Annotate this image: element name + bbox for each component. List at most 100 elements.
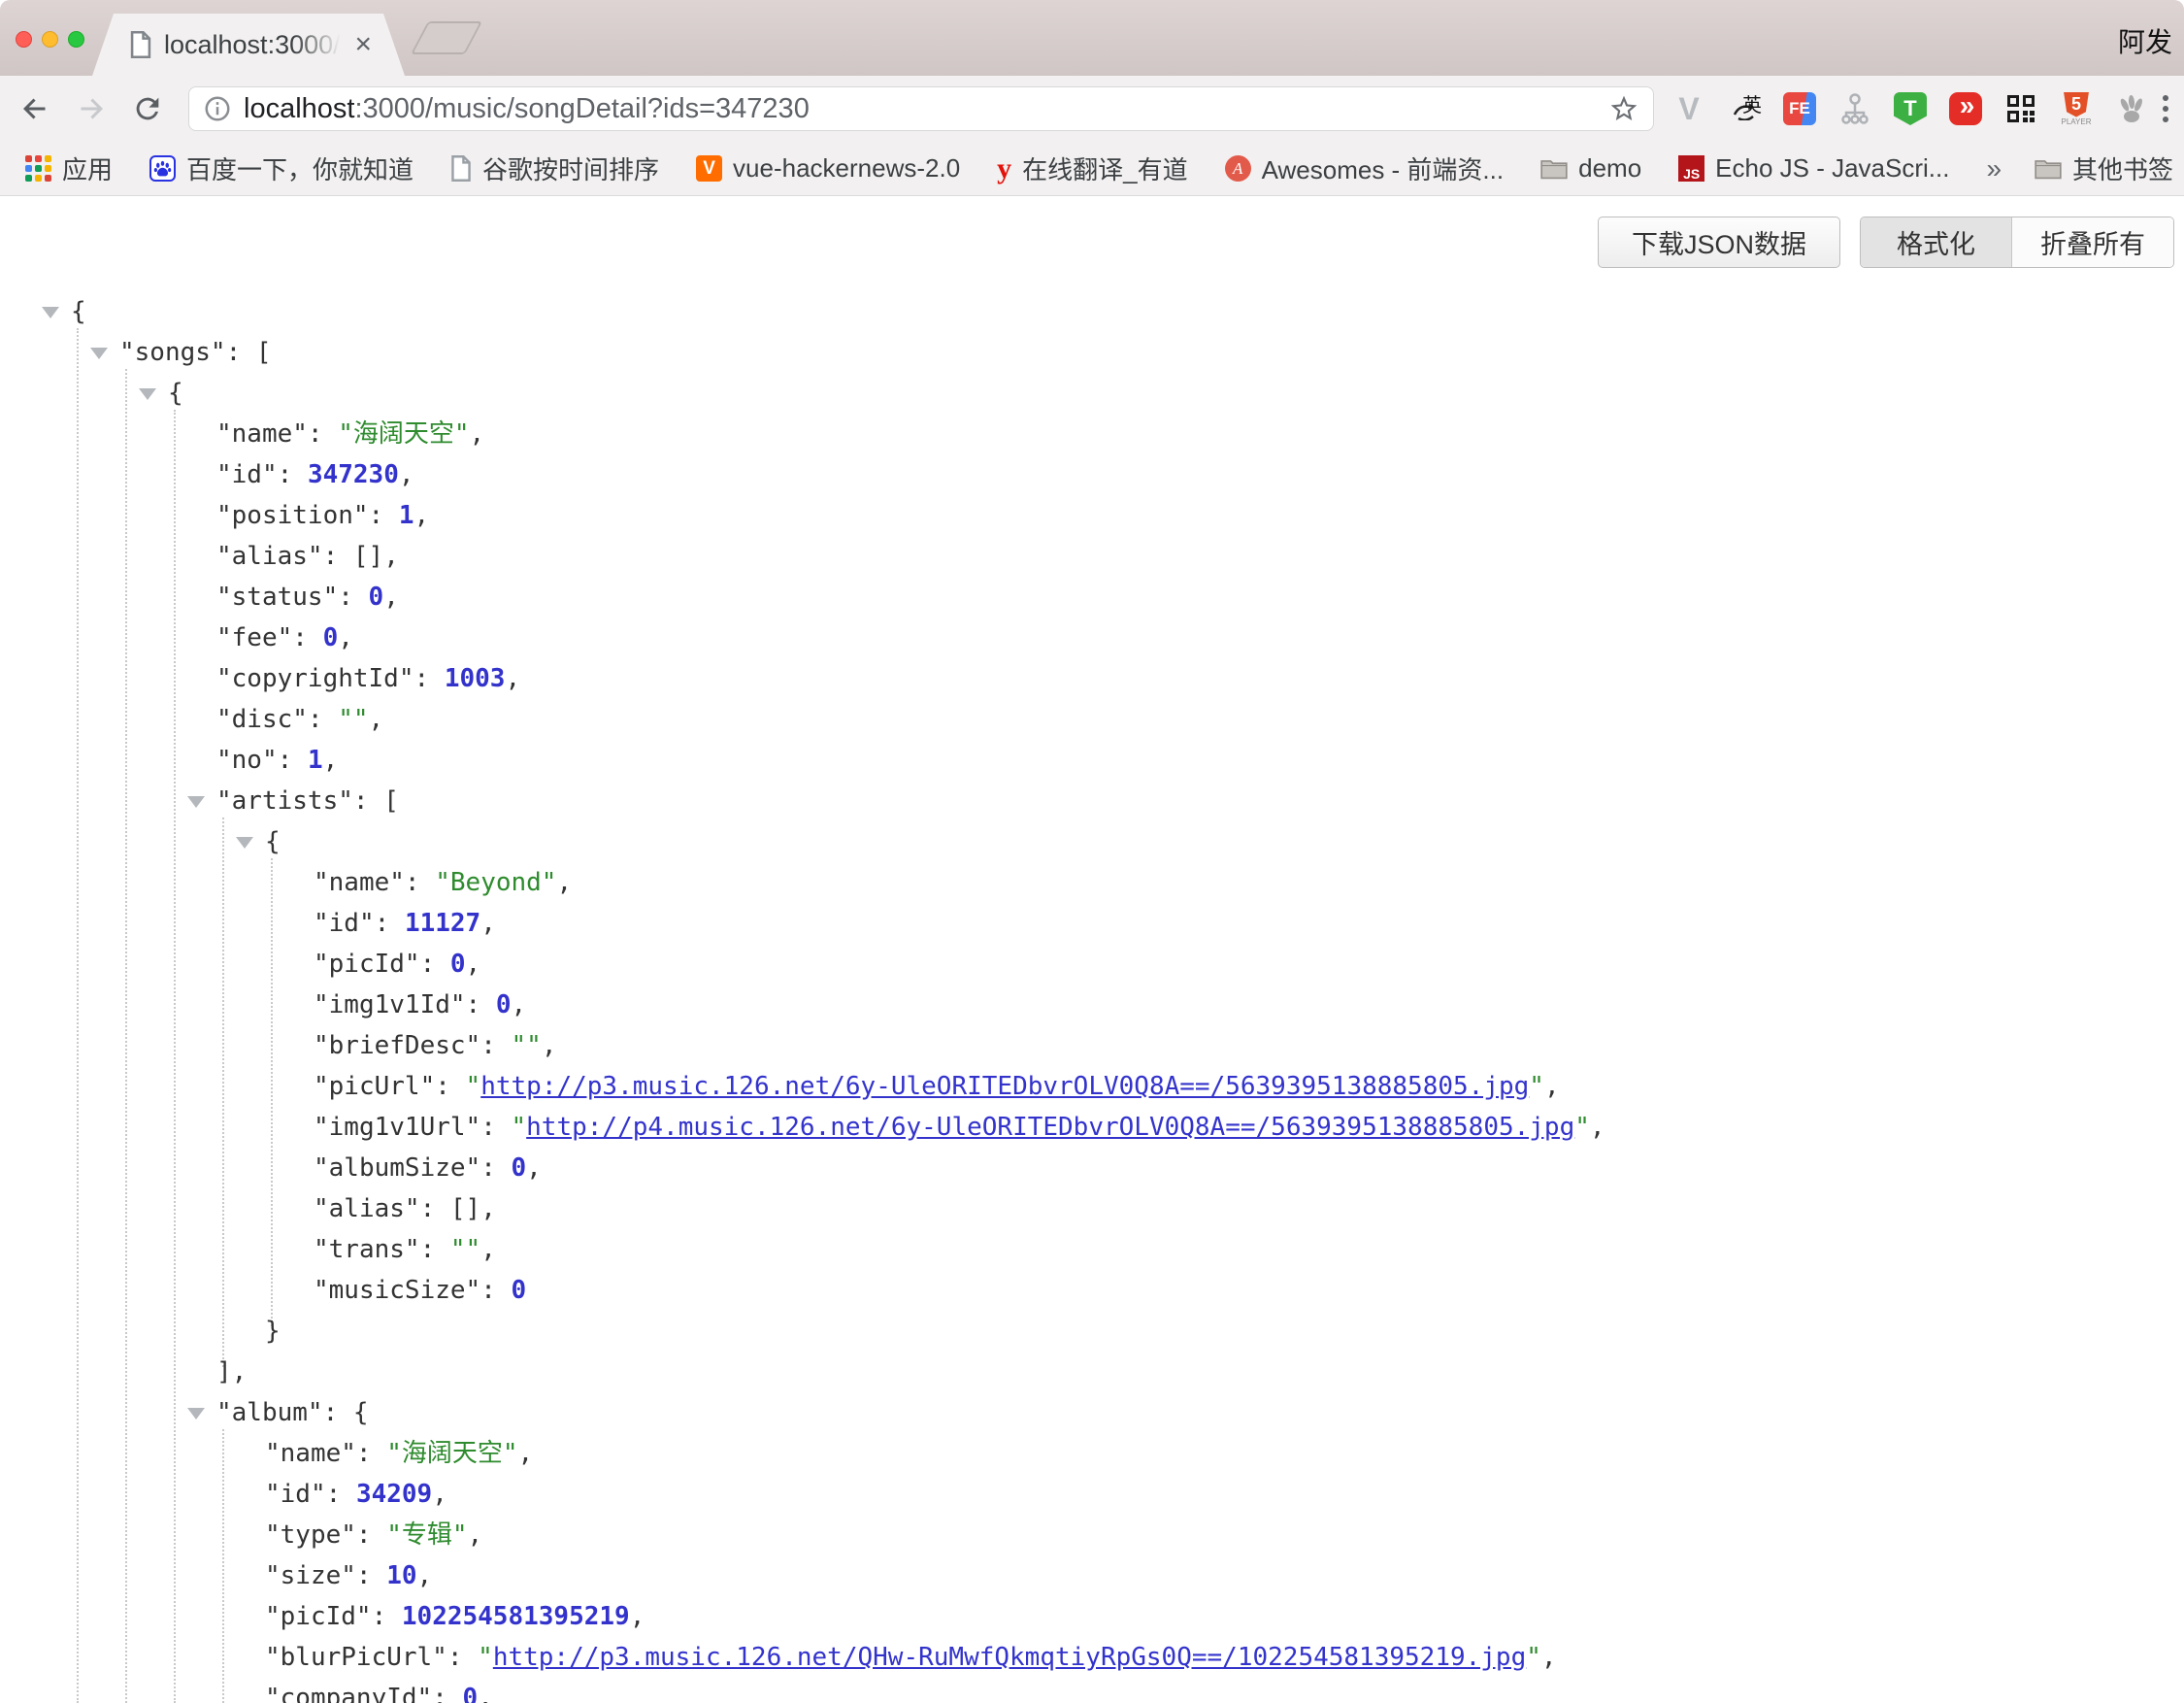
json-text: : [356, 1520, 386, 1550]
json-text: , [338, 623, 353, 652]
json-text: "companyId" [265, 1684, 432, 1703]
json-text: "name" [314, 868, 405, 897]
json-text: " [466, 1072, 481, 1101]
json-text: , [480, 1235, 496, 1264]
vue-devtools-extension-icon[interactable]: V [1671, 91, 1706, 126]
bookmark-demo-folder[interactable]: demo [1540, 153, 1641, 184]
bookmark-youdao[interactable]: y 在线翻译_有道 [997, 150, 1187, 186]
window-controls [16, 31, 84, 48]
json-text: "picUrl" [314, 1072, 435, 1101]
zoom-window-button[interactable] [68, 31, 84, 48]
json-text: , [512, 990, 527, 1019]
json-row: "album": { [0, 1392, 2184, 1433]
json-text: "songs" [119, 338, 226, 367]
json-row: } [0, 1311, 2184, 1352]
json-text: : [447, 1643, 478, 1672]
bookmarks-bar: 应用 百度一下，你就知道 谷歌按时间排序 V vue-hackernews-2.… [0, 142, 2184, 196]
json-text: } [265, 1317, 281, 1346]
view-toggle-group: 格式化 折叠所有 [1860, 217, 2174, 268]
collapse-triangle-icon[interactable] [42, 307, 59, 318]
json-text: : [356, 1439, 386, 1468]
json-text: "name" [265, 1439, 356, 1468]
collapse-triangle-icon[interactable] [187, 796, 205, 808]
minimize-window-button[interactable] [42, 31, 58, 48]
json-text: : [414, 664, 445, 693]
bookmarks-overflow-icon[interactable]: » [1986, 153, 2002, 184]
json-text: "no" [216, 746, 278, 775]
page-content: 下载JSON数据 格式化 折叠所有 {"songs": [{"name": "海… [0, 197, 2184, 1703]
site-info-icon[interactable] [203, 94, 232, 123]
collapse-triangle-icon[interactable] [236, 837, 253, 849]
bookmark-label: demo [1578, 153, 1641, 184]
json-text: "briefDesc" [314, 1031, 480, 1060]
browser-menu-icon[interactable] [2163, 95, 2168, 122]
json-text: : [480, 1153, 511, 1183]
json-tree: {"songs": [{"name": "海阔天空","id": 347230,… [0, 291, 2184, 1703]
video-player-extension-icon[interactable]: » [1948, 91, 1983, 126]
bookmark-label: Awesomes - 前端资... [1262, 150, 1504, 186]
json-text: , [518, 1439, 534, 1468]
profile-name[interactable]: 阿发 [2118, 21, 2172, 60]
close-window-button[interactable] [16, 31, 32, 48]
tampermonkey-extension-icon[interactable]: T [1893, 91, 1928, 126]
json-text: : [435, 1072, 465, 1101]
json-text: : [420, 950, 450, 979]
tab-title-fade [294, 30, 348, 60]
json-url-link[interactable]: http://p3.music.126.net/6y-UleORITEDbvrO… [480, 1072, 1529, 1101]
format-button[interactable]: 格式化 [1861, 217, 2012, 267]
download-json-button[interactable]: 下载JSON数据 [1598, 217, 1840, 268]
browser-tab[interactable]: localhost:3000/music/songDet × [92, 14, 405, 76]
json-text: "id" [265, 1480, 326, 1509]
json-text: " [1574, 1113, 1590, 1142]
collapse-all-button[interactable]: 折叠所有 [2012, 217, 2173, 267]
fe-extension-icon[interactable]: FE [1782, 91, 1817, 126]
json-text: , [383, 583, 399, 612]
json-url-link[interactable]: http://p4.music.126.net/6y-UleORITEDbvrO… [526, 1113, 1574, 1142]
html5-player-extension-icon[interactable]: 5 PLAYER [2059, 91, 2094, 126]
json-text: , [1541, 1643, 1557, 1672]
reload-button[interactable] [128, 89, 167, 128]
awesomes-icon: A [1225, 155, 1251, 182]
json-text: 0 [323, 623, 339, 652]
back-button[interactable] [16, 89, 54, 128]
json-row: "type": "专辑", [0, 1515, 2184, 1555]
json-row: "picUrl": "http://p3.music.126.net/6y-Ul… [0, 1066, 2184, 1107]
echojs-icon: JS [1678, 155, 1704, 182]
page-favicon-icon [129, 31, 152, 58]
new-tab-button[interactable] [411, 21, 482, 54]
json-row: { [0, 373, 2184, 414]
qr-code-extension-icon[interactable] [2003, 91, 2038, 126]
bookmark-google-sort[interactable]: 谷歌按时间排序 [450, 150, 659, 186]
collapse-triangle-icon[interactable] [139, 388, 156, 400]
sitemap-extension-icon[interactable] [1837, 91, 1872, 126]
json-text: : [], [420, 1194, 496, 1223]
json-row: "no": 1, [0, 740, 2184, 781]
bookmark-echojs[interactable]: JS Echo JS - JavaScri... [1678, 153, 1949, 184]
apps-grid-icon [25, 155, 51, 182]
bookmark-awesomes[interactable]: A Awesomes - 前端资... [1225, 150, 1504, 186]
translate-extension-icon[interactable]: 英 [1727, 91, 1762, 126]
json-row: "img1v1Id": 0, [0, 985, 2184, 1025]
forward-button[interactable] [72, 89, 111, 128]
bookmark-vue-hackernews[interactable]: V vue-hackernews-2.0 [696, 153, 960, 184]
json-text: "专辑" [386, 1520, 467, 1550]
bookmark-star-icon[interactable] [1608, 93, 1639, 124]
json-text: : [ [353, 786, 399, 816]
json-text: , [526, 1153, 542, 1183]
bookmark-baidu[interactable]: 百度一下，你就知道 [149, 150, 414, 186]
json-url-link[interactable]: http://p3.music.126.net/QHw-RuMwfQkmqtiy… [493, 1643, 1526, 1672]
json-text: " [478, 1643, 493, 1672]
json-text: , [1590, 1113, 1605, 1142]
json-text: " [512, 1113, 527, 1142]
collapse-triangle-icon[interactable] [90, 348, 108, 359]
collapse-triangle-icon[interactable] [187, 1408, 205, 1419]
json-text: 0 [450, 950, 466, 979]
json-row: "disc": "", [0, 699, 2184, 740]
paw-extension-icon[interactable] [2114, 91, 2149, 126]
json-text: "name" [216, 419, 308, 449]
tab-close-icon[interactable]: × [354, 30, 372, 59]
url-bar[interactable]: localhost:3000/music/songDetail?ids=3472… [188, 86, 1654, 131]
json-text: 1003 [445, 664, 506, 693]
bookmark-apps[interactable]: 应用 [25, 150, 113, 186]
bookmark-other-bookmarks[interactable]: 其他书签 [2035, 150, 2173, 186]
